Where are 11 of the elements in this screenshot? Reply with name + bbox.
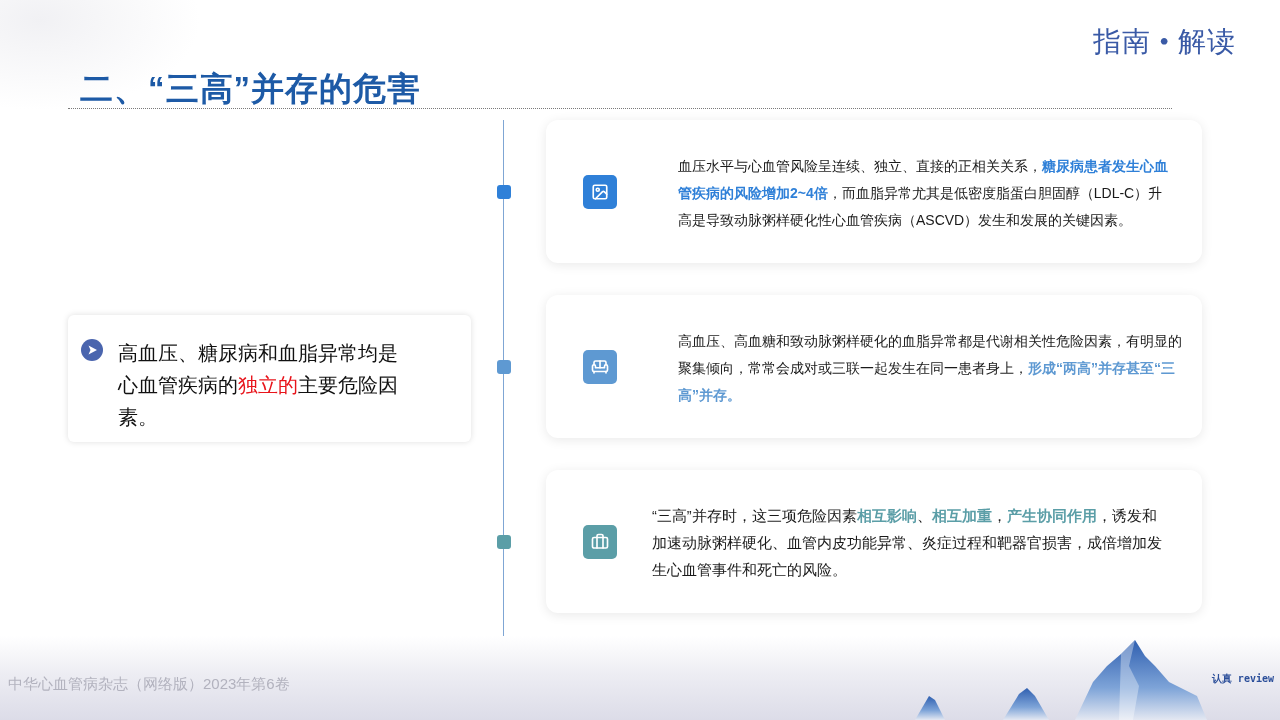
series-label: 指南 • 解读	[1093, 25, 1236, 59]
sofa-icon	[583, 349, 617, 384]
image-icon	[583, 174, 617, 209]
card-text: “三高”并存时，这三项危险因素相互影响、相互加重，产生协同作用，诱发和加速动脉粥样硬化、血管内皮功能异常、炎症过程和靶器官损害，成倍增加发生心血管事件和死亡的风险。	[652, 507, 1163, 580]
signature-text: 认真 review	[1211, 673, 1274, 685]
arrow-circle-icon	[81, 338, 103, 361]
card-text: 血压水平与心血管风险呈连续、独立、直接的正相关关系，糖尿病患者发生心血管疾病的风险增加2~4倍，而血脂异常尤其是低密度脂蛋白胆固醇（LDL-C）升高是导致动脉粥样硬化性心血管疾病（ASCVD）发生和发展的关键因素。	[678, 157, 1169, 230]
briefcase-icon	[583, 524, 617, 559]
card-text: 高血压、高血糖和致动脉粥样硬化的血脂异常都是代谢相关性危险因素，有明显的聚集倾向，常常会成对或三联一起发生在同一患者身上，形成“两高”并存甚至“三高”并存。	[678, 332, 1183, 405]
slide-title: 二、“三高”并存的危害	[80, 70, 421, 108]
summary-text: 高血压、糖尿病和血脂异常均是心血管疾病的独立的主要危险因素。	[118, 340, 399, 430]
